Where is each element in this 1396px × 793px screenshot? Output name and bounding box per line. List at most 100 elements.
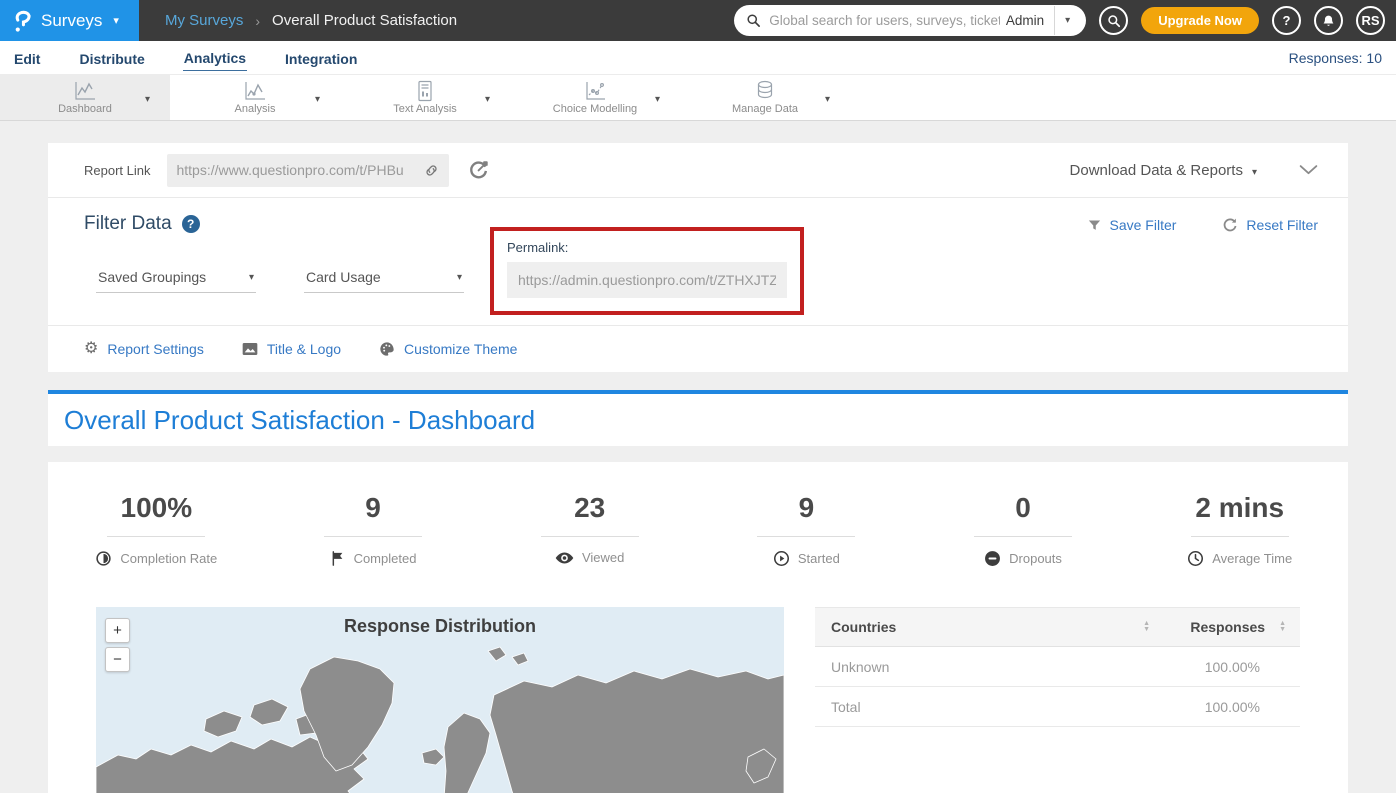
dashboard-panel: 100% Completion Rate 9 Completed — [48, 462, 1348, 793]
report-filter-panel: Report Link Download Data & Reports▾ Fil… — [48, 143, 1348, 372]
saved-groupings-select[interactable]: Saved Groupings▾ — [96, 263, 256, 293]
toolbar-item-label: Text Analysis — [393, 103, 457, 115]
half-pie-icon — [95, 550, 112, 567]
tab-integration[interactable]: Integration — [284, 45, 358, 71]
clock-icon — [1187, 550, 1204, 567]
stat-viewed: 23 Viewed — [481, 492, 698, 567]
stat-label: Average Time — [1212, 551, 1292, 566]
country-responses: 100.00% — [1166, 659, 1286, 675]
countries-table: Countries ▲▼ Responses ▲▼ Unknown 100.00… — [815, 607, 1300, 793]
filter-data-heading: Filter Data ? — [84, 213, 200, 235]
toolbar-item-dashboard[interactable]: Dashboard ▾ — [0, 75, 170, 120]
divider — [974, 536, 1072, 537]
customize-theme-link[interactable]: Customize Theme — [379, 341, 517, 357]
tab-analytics[interactable]: Analytics — [183, 44, 247, 71]
save-filter-button[interactable]: Save Filter — [1087, 217, 1177, 233]
report-link-label: Report Link — [84, 163, 150, 178]
toolbar-item-label: Choice Modelling — [553, 103, 637, 115]
stat-label: Viewed — [582, 550, 624, 565]
notifications-button[interactable] — [1314, 6, 1343, 35]
zoom-in-button[interactable]: + — [105, 618, 130, 643]
report-link-input[interactable] — [176, 162, 423, 178]
stat-value: 9 — [265, 492, 482, 524]
share-report-icon[interactable] — [468, 159, 490, 181]
tab-distribute[interactable]: Distribute — [78, 45, 145, 71]
search-input[interactable] — [769, 13, 1000, 28]
chevron-down-icon[interactable]: ▾ — [485, 94, 490, 105]
filter-actions: Save Filter Reset Filter — [1087, 217, 1319, 233]
search-button[interactable] — [1099, 6, 1128, 35]
upgrade-now-button[interactable]: Upgrade Now — [1141, 7, 1259, 34]
map-and-table-row: Response Distribution + − Countries ▲▼ R… — [48, 607, 1348, 793]
filter-selects: Saved Groupings▾ Card Usage▾ — [96, 263, 464, 293]
link-icon[interactable] — [423, 162, 440, 179]
country-name: Total — [831, 699, 1166, 715]
text-analysis-icon — [414, 80, 436, 102]
chevron-down-icon[interactable]: ▾ — [825, 94, 830, 105]
question-mark-icon: ? — [1283, 13, 1291, 28]
caret-down-icon: ▾ — [249, 272, 254, 283]
chevron-down-icon[interactable]: ▾ — [655, 94, 660, 105]
stat-average-time: 2 mins Average Time — [1131, 492, 1348, 567]
report-link-field[interactable] — [167, 154, 449, 187]
permalink-field[interactable] — [507, 262, 787, 298]
permalink-input[interactable] — [518, 272, 776, 288]
toolbar-item-text-analysis[interactable]: Text Analysis ▾ — [340, 75, 510, 120]
search-icon — [1107, 14, 1121, 28]
country-name: Unknown — [831, 659, 1166, 675]
tab-edit[interactable]: Edit — [13, 45, 41, 71]
countries-table-header: Countries ▲▼ Responses ▲▼ — [815, 607, 1300, 647]
divider — [324, 536, 422, 537]
toolbar-item-manage-data[interactable]: Manage Data ▾ — [680, 75, 850, 120]
download-data-reports-menu[interactable]: Download Data & Reports▾ — [1070, 162, 1257, 179]
breadcrumb: My Surveys › Overall Product Satisfactio… — [165, 12, 457, 29]
global-search[interactable]: Admin ▾ — [734, 5, 1086, 36]
chevron-down-icon[interactable]: ▾ — [145, 94, 150, 105]
breadcrumb-my-surveys[interactable]: My Surveys — [165, 12, 243, 29]
breadcrumb-current: Overall Product Satisfaction — [272, 12, 457, 29]
card-usage-select[interactable]: Card Usage▾ — [304, 263, 464, 293]
minus-circle-icon — [984, 550, 1001, 567]
report-settings-link[interactable]: ⚙ Report Settings — [84, 341, 204, 357]
play-circle-icon — [773, 550, 790, 567]
database-icon — [754, 80, 776, 102]
stats-row: 100% Completion Rate 9 Completed — [48, 492, 1348, 567]
topbar-actions: Admin ▾ Upgrade Now ? RS — [734, 5, 1396, 36]
help-button[interactable]: ? — [1272, 6, 1301, 35]
sort-icon[interactable]: ▲▼ — [1279, 621, 1286, 633]
gear-icon: ⚙ — [84, 341, 98, 357]
reset-filter-button[interactable]: Reset Filter — [1222, 217, 1318, 233]
stat-label: Started — [798, 551, 840, 566]
stat-value: 100% — [48, 492, 265, 524]
palette-icon — [379, 341, 395, 357]
filter-data-title: Filter Data — [84, 213, 172, 235]
report-link-row: Report Link Download Data & Reports▾ — [48, 143, 1348, 198]
funnel-icon — [1087, 218, 1102, 233]
caret-down-icon: ▾ — [1252, 167, 1257, 178]
title-logo-link[interactable]: Title & Logo — [242, 341, 341, 357]
choice-modelling-icon — [582, 80, 608, 102]
toolbar-item-label: Manage Data — [732, 103, 798, 115]
survey-tab-bar: Edit Distribute Analytics Integration Re… — [0, 41, 1396, 75]
analysis-chart-icon — [242, 80, 268, 102]
divider — [541, 536, 639, 537]
zoom-out-button[interactable]: − — [105, 647, 130, 672]
reset-icon — [1222, 217, 1238, 233]
brand-menu[interactable]: Surveys ▾ — [0, 0, 139, 41]
column-responses: Responses — [1190, 619, 1265, 635]
toolbar-item-analysis[interactable]: Analysis ▾ — [170, 75, 340, 120]
toolbar-item-choice-modelling[interactable]: Choice Modelling ▾ — [510, 75, 680, 120]
search-scope-caret-icon[interactable]: ▾ — [1055, 15, 1074, 26]
toolbar-item-label: Dashboard — [58, 103, 112, 115]
image-icon — [242, 342, 258, 356]
divider — [107, 536, 205, 537]
response-distribution-map[interactable]: Response Distribution + − — [96, 607, 784, 793]
help-circle-icon[interactable]: ? — [182, 215, 200, 233]
avatar[interactable]: RS — [1356, 6, 1385, 35]
collapse-chevron-icon[interactable] — [1299, 164, 1318, 176]
product-name: Surveys — [41, 11, 102, 31]
stat-value: 2 mins — [1131, 492, 1348, 524]
stat-completion-rate: 100% Completion Rate — [48, 492, 265, 567]
sort-icon[interactable]: ▲▼ — [1143, 621, 1150, 633]
chevron-down-icon[interactable]: ▾ — [315, 94, 320, 105]
